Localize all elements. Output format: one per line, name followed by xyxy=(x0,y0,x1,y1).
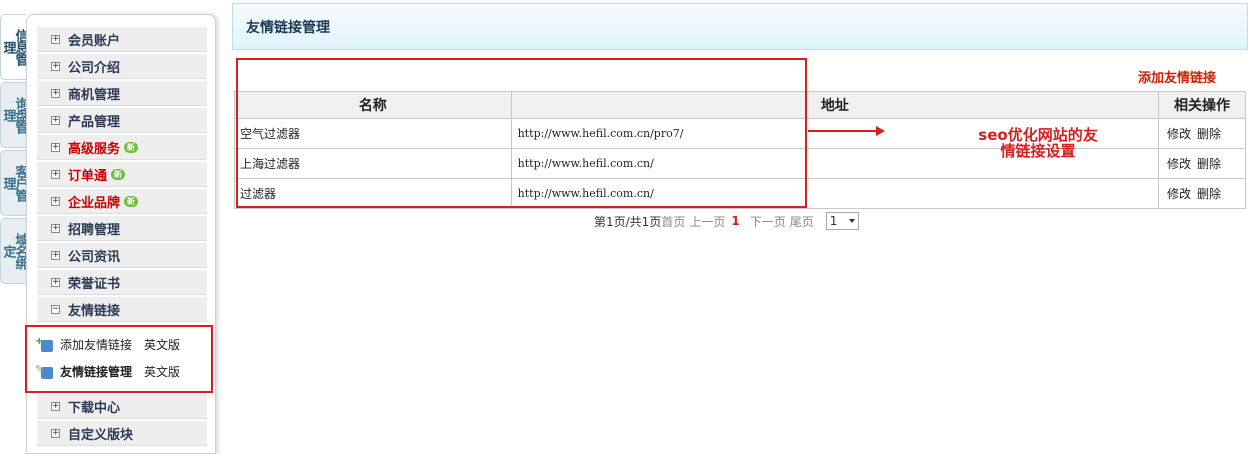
chevron-down-icon xyxy=(848,219,855,223)
add-link-icon: + xyxy=(35,336,57,354)
expand-icon: + xyxy=(51,114,60,125)
expand-icon: + xyxy=(51,276,60,287)
page-title: 友情链接管理 xyxy=(232,3,1248,50)
tab-inquiry-management[interactable]: 询盘管理 xyxy=(0,82,28,148)
highlight-box xyxy=(236,58,807,208)
vertical-tab-bar: 信息管理 询盘管理 客户管理 域名绑定 xyxy=(0,14,28,286)
pagination: 第1页/共1页 首页 上一页 1 下一页 尾页 1 xyxy=(594,212,859,230)
tab-domain-binding[interactable]: 域名绑定 xyxy=(0,218,28,284)
sidebar-item-label: 公司资讯 xyxy=(68,249,121,265)
sidebar: + 会员账户 + 公司介绍 + 商机管理 + 产品管理 + 高级服务新 + 订单通新 + 企业… xyxy=(25,14,216,454)
row-actions: 修改 删除 xyxy=(1158,118,1246,149)
sidebar-item-label: 订单通 xyxy=(68,168,108,184)
add-link-button[interactable]: 添加友情链接 xyxy=(1138,67,1216,86)
manage-link-icon: ✎ xyxy=(35,363,57,381)
sidebar-item-business-management[interactable]: + 商机管理 xyxy=(37,81,207,106)
submenu-item-label: 添加友情链接 xyxy=(60,338,133,352)
expand-icon: + xyxy=(51,195,60,206)
sidebar-item-label: 会员账户 xyxy=(68,33,121,49)
expand-icon: + xyxy=(51,141,60,152)
page-select[interactable]: 1 xyxy=(825,212,859,230)
expand-icon: + xyxy=(51,60,60,71)
sidebar-item-label: 友情链接 xyxy=(68,303,121,319)
last-page-link[interactable]: 尾页 xyxy=(790,213,814,230)
new-badge-icon: 新 xyxy=(124,141,139,153)
sidebar-item-label: 招聘管理 xyxy=(68,222,121,238)
new-badge-icon: 新 xyxy=(111,168,126,180)
expand-icon: + xyxy=(51,400,60,411)
expand-icon: + xyxy=(51,168,60,179)
submenu-item-manage-links[interactable]: ✎ 友情链接管理 英文版 xyxy=(35,358,203,385)
sidebar-item-download-center[interactable]: + 下载中心 xyxy=(37,394,207,419)
collapse-icon: − xyxy=(51,303,60,314)
sidebar-item-honor-certificates[interactable]: + 荣誉证书 xyxy=(37,270,207,295)
english-version-link[interactable]: 英文版 xyxy=(144,363,180,380)
sidebar-item-company-intro[interactable]: + 公司介绍 xyxy=(37,54,207,79)
sidebar-menu-bottom: + 下载中心 + 自定义版块 xyxy=(37,394,207,448)
expand-icon: + xyxy=(51,87,60,98)
sidebar-item-enterprise-brand[interactable]: + 企业品牌新 xyxy=(37,189,207,214)
edit-button[interactable]: 修改 xyxy=(1167,187,1191,201)
sidebar-item-label: 荣誉证书 xyxy=(68,276,121,292)
delete-button[interactable]: 删除 xyxy=(1197,157,1221,171)
expand-icon: + xyxy=(51,222,60,233)
tab-info-management[interactable]: 信息管理 xyxy=(0,14,28,80)
sidebar-item-recruitment[interactable]: + 招聘管理 xyxy=(37,216,207,241)
sidebar-item-label: 高级服务 xyxy=(68,141,121,157)
expand-icon: + xyxy=(51,33,60,44)
sidebar-item-product-management[interactable]: + 产品管理 xyxy=(37,108,207,133)
sidebar-item-custom-section[interactable]: + 自定义版块 xyxy=(37,421,207,446)
friend-links-submenu: + 添加友情链接 英文版 ✎ 友情链接管理 英文版 xyxy=(25,325,213,393)
first-page-link[interactable]: 首页 xyxy=(661,213,685,230)
english-version-link[interactable]: 英文版 xyxy=(144,336,180,353)
sidebar-item-friend-links[interactable]: − 友情链接 xyxy=(37,297,207,322)
sidebar-item-company-news[interactable]: + 公司资讯 xyxy=(37,243,207,268)
sidebar-item-label: 公司介绍 xyxy=(68,60,121,76)
row-actions: 修改 删除 xyxy=(1158,178,1246,209)
submenu-item-label: 友情链接管理 xyxy=(60,365,133,379)
edit-button[interactable]: 修改 xyxy=(1167,157,1191,171)
sidebar-item-label: 下载中心 xyxy=(68,400,121,416)
sidebar-item-label: 商机管理 xyxy=(68,87,121,103)
sidebar-item-label: 产品管理 xyxy=(68,114,121,130)
sidebar-item-order-service[interactable]: + 订单通新 xyxy=(37,162,207,187)
delete-button[interactable]: 删除 xyxy=(1197,187,1221,201)
tab-customer-management[interactable]: 客户管理 xyxy=(0,150,28,216)
sidebar-item-label: 企业品牌 xyxy=(68,195,121,211)
expand-icon: + xyxy=(51,249,60,260)
expand-icon: + xyxy=(51,427,60,438)
sidebar-item-premium-service[interactable]: + 高级服务新 xyxy=(37,135,207,160)
row-actions: 修改 删除 xyxy=(1158,148,1246,179)
annotation-arrow-icon xyxy=(808,130,880,132)
current-page: 1 xyxy=(731,214,740,228)
sidebar-menu: + 会员账户 + 公司介绍 + 商机管理 + 产品管理 + 高级服务新 + 订单通新 + 企业… xyxy=(37,27,207,324)
sidebar-item-label: 自定义版块 xyxy=(68,427,134,443)
prev-page-link[interactable]: 上一页 xyxy=(689,213,725,230)
delete-button[interactable]: 删除 xyxy=(1197,127,1221,141)
page-info: 第1页/共1页 xyxy=(594,214,662,229)
arrowhead-icon xyxy=(876,126,885,136)
submenu-item-add-link[interactable]: + 添加友情链接 英文版 xyxy=(35,331,203,358)
sidebar-item-member-account[interactable]: + 会员账户 xyxy=(37,27,207,52)
new-badge-icon: 新 xyxy=(124,195,139,207)
page-select-value: 1 xyxy=(829,214,838,228)
annotation-line: 情链接设置 xyxy=(1000,142,1076,160)
edit-button[interactable]: 修改 xyxy=(1167,127,1191,141)
annotation-line: seo优化网站的友 xyxy=(978,126,1098,144)
next-page-link[interactable]: 下一页 xyxy=(750,213,786,230)
column-header-actions: 相关操作 xyxy=(1158,91,1246,119)
annotation-text: seo优化网站的友 情链接设置 xyxy=(958,127,1118,159)
